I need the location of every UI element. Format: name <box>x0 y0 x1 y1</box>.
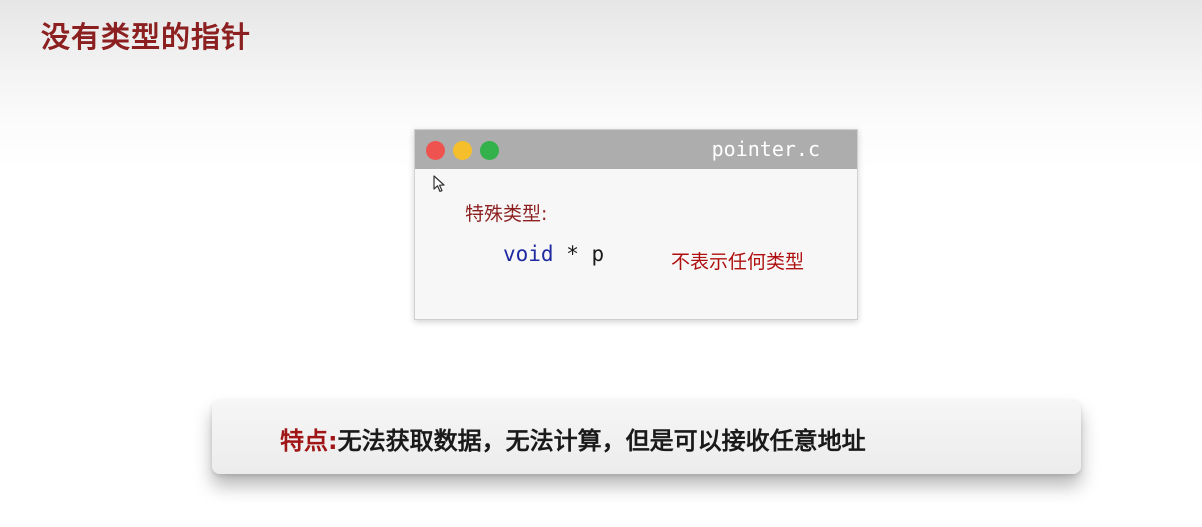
callout-text: 特点:无法获取数据，无法计算，但是可以接收任意地址 <box>280 421 866 456</box>
callout-body: 无法获取数据，无法计算，但是可以接收任意地址 <box>337 427 866 455</box>
code-pointer-declaration: * p <box>553 242 605 266</box>
mouse-cursor-icon <box>433 175 445 193</box>
code-keyword-void: void <box>503 242 554 266</box>
callout-label: 特点: <box>280 427 338 455</box>
minimize-dot-icon[interactable] <box>453 141 472 160</box>
close-dot-icon[interactable] <box>426 141 445 160</box>
code-note: 不表示任何类型 <box>671 251 805 273</box>
window-filename: pointer.c <box>711 137 820 161</box>
slide-title: 没有类型的指针 <box>41 20 252 54</box>
special-type-label: 特殊类型: <box>465 203 548 225</box>
code-line: void * p <box>503 242 604 266</box>
code-window: pointer.c 特殊类型: void * p 不表示任何类型 <box>414 129 858 320</box>
feature-callout: 特点:无法获取数据，无法计算，但是可以接收任意地址 <box>212 400 1081 474</box>
maximize-dot-icon[interactable] <box>480 141 499 160</box>
window-titlebar: pointer.c <box>415 130 857 169</box>
